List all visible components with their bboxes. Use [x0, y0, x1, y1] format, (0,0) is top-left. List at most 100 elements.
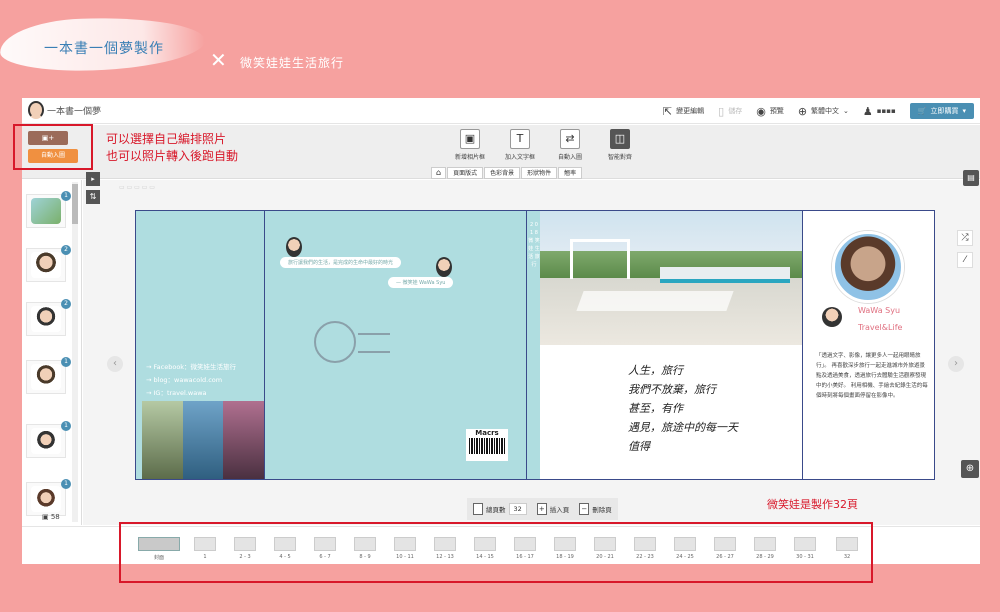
user-menu[interactable]: ♟ ▪▪▪▪ — [863, 105, 896, 118]
user-name: ▪▪▪▪ — [876, 107, 896, 115]
blog-subtitle: 微笑娃娃生活旅行 — [240, 56, 345, 70]
photo-thumb[interactable]: 1 — [26, 479, 71, 516]
preview-button[interactable]: ◉ 預覽 — [756, 105, 784, 118]
tool-label: 新增相片框 — [454, 154, 485, 161]
add-photo-frame-tool[interactable]: ▣ 新增相片框 — [450, 129, 490, 161]
sub-tabs: ⌂ 頁面版式 色彩背景 形狀物件 翹率 — [431, 167, 583, 179]
shuffle-icon[interactable]: ⤮ — [957, 230, 973, 246]
book-spread[interactable]: 旅行讓我們的生活，是完成的生命中最好的時光 — 微笑娃 WaWa Syu → F… — [135, 210, 935, 480]
station-photo[interactable] — [540, 211, 802, 345]
photo-image — [31, 486, 61, 512]
collapse-panel-icon[interactable]: ▸ — [86, 172, 100, 186]
image-icon: ▣ — [42, 513, 51, 521]
photo-train — [660, 267, 790, 283]
cartoon-boy-sticker[interactable] — [436, 257, 452, 277]
auto-fill-icon: ⇄ — [560, 129, 580, 149]
profile-description[interactable]: 「透過文字、影像，讓更多人一起用眼睛旅行」。 再喜歡深步旅行一起走進城市外旅遊景… — [816, 351, 928, 401]
document-icon[interactable]: ▤ — [963, 170, 979, 186]
tab-transparency[interactable]: 翹率 — [558, 167, 583, 179]
spine-text[interactable]: 2 0 1 8 微 笑 娃 生 活 旅 行 — [528, 221, 540, 269]
spine-guide-line — [526, 211, 527, 479]
language-select[interactable]: ⊕ 繁體中文 ⌄ — [798, 105, 849, 118]
save-icon: ▯ — [718, 104, 725, 118]
page-controls: 總頁數 32 + 插入頁 − 刪除頁 — [467, 498, 618, 520]
sort-icon[interactable]: ⇅ — [86, 190, 100, 204]
auto-fill-tool[interactable]: ⇄ 自動入圖 — [550, 129, 590, 161]
postmark-stamp-icon[interactable] — [314, 321, 356, 363]
insert-page-icon: + — [536, 503, 547, 515]
photo-thumb[interactable]: 1 — [26, 357, 71, 394]
profile-tagline[interactable]: Travel&Life — [858, 323, 902, 332]
profile-photo[interactable] — [832, 231, 904, 303]
eye-icon: ◉ — [756, 104, 766, 118]
photo-frame-icon: ▣ — [460, 129, 480, 149]
barcode-brand: Macrs — [475, 429, 499, 437]
photo-image — [31, 306, 61, 332]
photo-thumb[interactable]: 1 — [26, 191, 71, 228]
scroll-thumb[interactable] — [72, 184, 78, 224]
photo-image — [31, 428, 61, 454]
social-blog: → blog：wawacold.com — [146, 376, 223, 384]
home-icon[interactable]: ⌂ — [431, 167, 447, 179]
tab-page-layout[interactable]: 頁面版式 — [447, 167, 484, 179]
photo-thumb[interactable]: 2 — [26, 299, 71, 336]
photo-image — [31, 252, 61, 278]
top-nav: ⇱ 變更編輯 ▯ 儲存 ◉ 預覽 ⊕ 繁體中文 ⌄ ♟ ▪▪▪▪ 🛒 立即購買 ▾ — [663, 98, 974, 124]
total-pages-label: 總頁數 — [486, 506, 506, 514]
postmark-wave-icon — [358, 333, 390, 353]
tool-group: ▣ 新增相片框 T 加入文字框 ⇄ 自動入圖 ◫ 智能對齊 — [450, 129, 640, 161]
align-icon: ◫ — [610, 129, 630, 149]
text-frame-icon: T — [510, 129, 530, 149]
collage-photo — [223, 401, 265, 479]
change-edit-label: 變更編輯 — [676, 107, 705, 115]
save-button[interactable]: ▯ 儲存 — [718, 105, 742, 118]
app-logo[interactable]: 一本書一個夢 — [28, 101, 101, 119]
tab-shape-objects[interactable]: 形狀物件 — [521, 167, 558, 179]
handwriting-text[interactable]: 人生，旅行 我們不放棄，旅行 甚至，有作 遇見，旅途中的每一天 值得 — [628, 361, 738, 456]
collage-photo — [142, 401, 183, 479]
magic-wand-icon[interactable]: ⁄ — [957, 252, 973, 268]
insert-page-button[interactable]: + 插入頁 — [536, 503, 569, 515]
canvas-area[interactable]: ▭ ▭ ▭ ▭ ▭ ‹ › ▤ ⤮ ⁄ ⊕ 旅行讓我們的生活，是完成的生命中最好… — [83, 170, 980, 525]
delete-page-button[interactable]: − 刪除頁 — [579, 503, 612, 515]
buy-now-label: 立即購買 — [930, 107, 959, 115]
usage-count-badge: 1 — [61, 191, 71, 201]
cover-banner-text[interactable]: 旅行讓我們的生活，是完成的生命中最好的時光 — [280, 257, 402, 268]
external-edit-icon: ⇱ — [662, 104, 673, 118]
page-label-tabs: ▭ ▭ ▭ ▭ ▭ — [119, 184, 155, 191]
social-links[interactable]: → Facebook：微笑娃生活旅行 → blog：wawacold.com →… — [146, 361, 236, 400]
buy-now-button[interactable]: 🛒 立即購買 ▾ — [909, 103, 974, 119]
next-page-arrow-icon[interactable]: › — [948, 356, 964, 372]
cover-banner-signature[interactable]: — 微笑娃 WaWa Syu — [388, 277, 454, 288]
barcode-bars — [469, 438, 505, 454]
photo-panel-scrollbar[interactable] — [72, 182, 78, 522]
cover-photo-collage[interactable] — [142, 401, 265, 479]
delete-page-icon: − — [579, 503, 590, 515]
photo-roof — [576, 291, 734, 311]
social-facebook: → Facebook：微笑娃生活旅行 — [146, 363, 237, 371]
handwriting-line: 我們不放棄，旅行 — [628, 383, 716, 396]
usage-count-badge: 1 — [61, 479, 71, 489]
page-icon — [473, 503, 483, 515]
cover-page[interactable]: 旅行讓我們的生活，是完成的生命中最好的時光 — 微笑娃 WaWa Syu → F… — [136, 211, 540, 479]
social-ig: → IG：travel.wawa — [146, 389, 207, 397]
photo-thumb[interactable]: 2 — [26, 245, 71, 282]
zoom-icon[interactable]: ⊕ — [961, 460, 979, 478]
barcode[interactable]: Macrs — [466, 429, 508, 461]
change-edit-button[interactable]: ⇱ 變更編輯 — [663, 105, 704, 118]
highlight-box-page-strip — [119, 522, 873, 583]
add-text-frame-tool[interactable]: T 加入文字框 — [500, 129, 540, 161]
photo-thumb[interactable]: 1 — [26, 421, 71, 458]
tab-color-background[interactable]: 色彩背景 — [484, 167, 521, 179]
total-pages-select[interactable]: 32 — [508, 503, 527, 515]
blog-header: 一本書一個夢製作 ✕ 微笑娃娃生活旅行 — [0, 0, 1000, 95]
editor-app: 一本書一個夢 ⇱ 變更編輯 ▯ 儲存 ◉ 預覽 ⊕ 繁體中文 ⌄ ♟ ▪▪▪▪ 🛒 立即購買 ▾… — [22, 98, 980, 564]
inner-page[interactable]: 人生，旅行 我們不放棄，旅行 甚至，有作 遇見，旅途中的每一天 值得 WaWa … — [540, 211, 934, 479]
profile-name[interactable]: WaWa Syu — [858, 306, 900, 315]
annotation-pages-note: 微笑娃是製作32頁 — [767, 498, 858, 511]
cartoon-couple-sticker[interactable] — [822, 307, 842, 327]
photo-count-value: 58 — [50, 513, 60, 521]
smart-align-tool[interactable]: ◫ 智能對齊 — [600, 129, 640, 161]
prev-page-arrow-icon[interactable]: ‹ — [107, 356, 123, 372]
cartoon-girl-sticker[interactable] — [286, 237, 302, 257]
